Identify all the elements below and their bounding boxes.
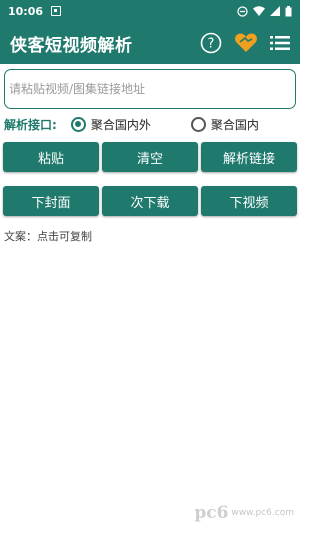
link-url-input[interactable] [4,69,296,109]
download-cover-button[interactable]: 下封面 [3,186,99,216]
radio-domestic-label: 聚合国内 [210,117,259,132]
radio-global-label: 聚合国内外 [90,117,151,132]
clear-button[interactable]: 清空 [102,142,198,172]
watermark-logo: pc6 [194,503,229,523]
radio-global[interactable]: 聚合国内外 [70,116,151,133]
wifi-icon [253,6,265,16]
app-title: 侠客短视频解析 [10,35,133,56]
watermark-url: www.pc6.com [231,508,294,518]
status-bar: 10:06 [0,0,300,22]
action-row-1: 粘贴 清空 解析链接 [3,142,297,172]
copy-hint-text[interactable]: 文案：点击可复制 [4,228,92,244]
api-selector: 解析接口: 聚合国内外 聚合国内 [4,113,296,135]
radio-domestic[interactable]: 聚合国内 [190,116,259,133]
signal-icon [270,6,280,16]
radio-unchecked-icon[interactable] [190,116,206,132]
radio-checked-icon[interactable] [70,116,86,132]
battery-icon [285,5,292,16]
sim-icon [51,6,62,16]
app-bar-actions: ? [200,32,290,54]
parse-link-button[interactable]: 解析链接 [201,142,297,172]
download-button[interactable]: 次下载 [102,186,198,216]
heart-icon[interactable] [234,32,258,54]
menu-list-icon[interactable] [270,35,290,51]
api-label: 解析接口: [4,117,57,132]
action-row-2: 下封面 次下载 下视频 [3,186,297,216]
watermark: pc6 www.pc6.com [194,503,294,523]
app-bar: 侠客短视频解析 ? [0,22,300,64]
do-not-disturb-icon [237,5,248,17]
paste-button[interactable]: 粘贴 [3,142,99,172]
status-time: 10:06 [8,4,44,18]
status-icons [237,5,292,17]
download-video-button[interactable]: 下视频 [201,186,297,216]
help-icon-glyph: ? [208,37,215,52]
help-icon[interactable]: ? [200,32,222,54]
